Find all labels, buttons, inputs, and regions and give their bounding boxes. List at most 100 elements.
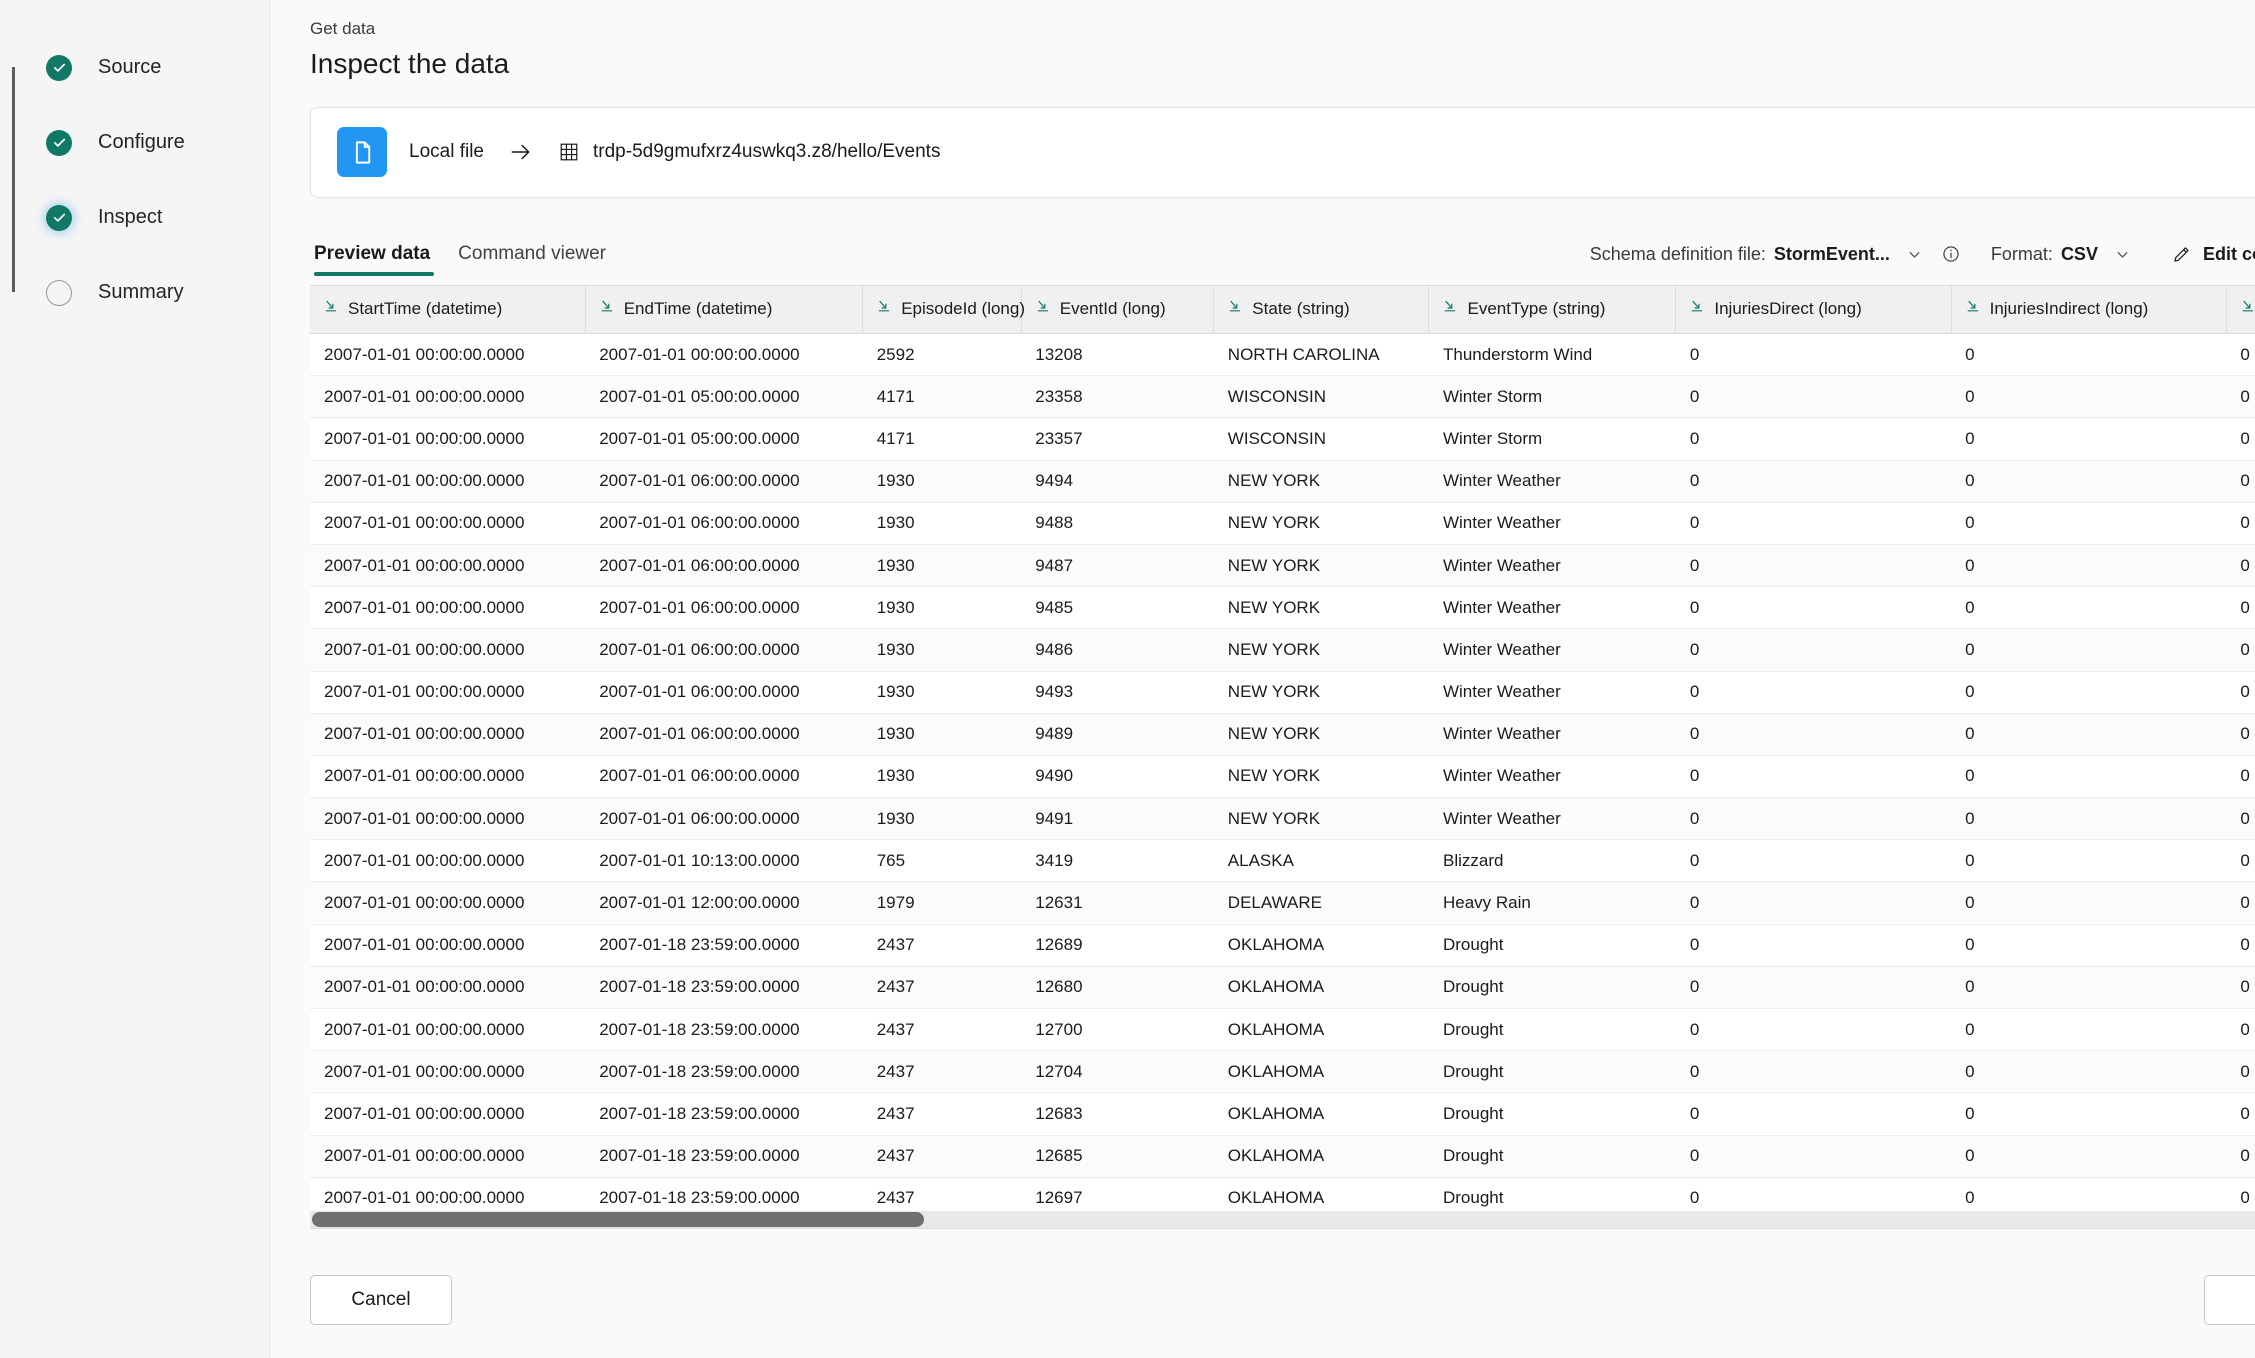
table-cell: 1930: [862, 755, 1022, 799]
table-row[interactable]: 2007-01-01 00:00:00.0000 2007-01-01 06:00…: [310, 628, 2255, 672]
table-row[interactable]: 2007-01-01 00:00:00.0000 2007-01-01 12:00…: [310, 881, 2255, 925]
table-cell: 1930: [862, 586, 1022, 630]
table-cell: 2437: [862, 1008, 1022, 1052]
column-header[interactable]: StartTime (datetime): [310, 285, 586, 334]
table-cell: 2437: [862, 1092, 1022, 1136]
table-cell: 13208: [1021, 333, 1214, 377]
table-row[interactable]: 2007-01-01 00:00:00.0000 2007-01-01 00:00…: [310, 333, 2255, 377]
table-cell: WISCONSIN: [1213, 375, 1429, 419]
edit-columns-button[interactable]: Edit columns: [2171, 244, 2255, 265]
toolbar-right: Schema definition file: StormEvent... Fo…: [1590, 244, 2255, 276]
sidebar-step-label: Inspect: [98, 206, 163, 228]
table-cell: Winter Weather: [1428, 628, 1676, 672]
column-header[interactable]: EndTime (datetime): [585, 285, 864, 334]
table-row[interactable]: 2007-01-01 00:00:00.0000 2007-01-01 06:00…: [310, 586, 2255, 630]
column-header[interactable]: State (string): [1213, 285, 1430, 334]
table-cell: 0: [1951, 881, 2227, 925]
table-row[interactable]: 2007-01-01 00:00:00.0000 2007-01-01 06:00…: [310, 797, 2255, 841]
table-cell: 0: [1675, 1092, 1952, 1136]
table-cell: Drought: [1428, 966, 1676, 1010]
table-cell: 0: [1951, 502, 2227, 545]
tab-command-viewer[interactable]: Command viewer: [444, 243, 620, 276]
table-row[interactable]: 2007-01-01 00:00:00.00002007-01-18 23:59…: [310, 966, 2255, 1010]
column-header[interactable]: DeathsDirect: [2226, 285, 2255, 334]
sidebar-step-summary[interactable]: Summary: [46, 255, 269, 330]
column-type-icon: [1036, 299, 1051, 319]
table-cell: 2007-01-01 00:00:00.0000: [310, 417, 586, 461]
step-circle-icon: [46, 279, 72, 306]
table-cell: NEW YORK: [1213, 628, 1429, 672]
format-control[interactable]: Format: CSV: [1991, 244, 2131, 265]
table-row[interactable]: 2007-01-01 00:00:00.0000 2007-01-01 06:00…: [310, 671, 2255, 714]
table-row[interactable]: 2007-01-01 00:00:00.00002007-01-18 23:59…: [310, 924, 2255, 967]
table-cell: 9485: [1021, 586, 1214, 630]
table-row[interactable]: 2007-01-01 00:00:00.00002007-01-18 23:59…: [310, 1135, 2255, 1178]
table-cell: 2007-01-18 23:59:00.0000: [585, 1008, 863, 1052]
horizontal-scrollbar[interactable]: [310, 1210, 2255, 1228]
table-cell: 0: [1951, 924, 2227, 967]
table-cell: 0: [2226, 966, 2255, 1010]
format-value: CSV: [2060, 243, 2098, 264]
table-cell: WISCONSIN: [1213, 417, 1429, 461]
cancel-button[interactable]: Cancel: [310, 1275, 452, 1325]
sidebar-step-label: Configure: [98, 131, 185, 153]
table-cell: 0: [1951, 713, 2227, 756]
column-header[interactable]: InjuriesIndirect (long): [1951, 285, 2227, 334]
table-row[interactable]: 2007-01-01 00:00:00.0000 2007-01-01 10:13…: [310, 839, 2255, 883]
table-cell: NEW YORK: [1213, 502, 1429, 545]
table-row[interactable]: 2007-01-01 00:00:00.00002007-01-18 23:59…: [310, 1050, 2255, 1094]
table-cell: 0: [1675, 713, 1952, 756]
table-cell: OKLAHOMA: [1213, 966, 1429, 1010]
table-cell: 0: [1951, 1135, 2227, 1178]
column-header[interactable]: InjuriesDirect (long): [1675, 285, 1952, 334]
table-cell: 2007-01-01 00:00:00.0000: [310, 924, 586, 967]
table-row[interactable]: 2007-01-01 00:00:00.00002007-01-18 23:59…: [310, 1008, 2255, 1052]
sidebar-step-inspect[interactable]: Inspect: [46, 180, 269, 255]
sidebar-step-configure[interactable]: Configure: [46, 105, 269, 180]
column-header[interactable]: EventId (long): [1021, 285, 1215, 334]
table-cell: 2007-01-01 00:00:00.0000: [310, 839, 586, 883]
table-cell: 2007-01-01 06:00:00.0000: [585, 502, 863, 545]
horizontal-scrollbar-thumb[interactable]: [312, 1211, 924, 1227]
chevron-down-icon[interactable]: [1906, 246, 1923, 263]
table-cell: 2007-01-01 12:00:00.0000: [585, 881, 863, 925]
table-cell: 0: [2226, 1050, 2255, 1094]
dialog-header: Get data Inspect the data: [270, 0, 2255, 80]
chevron-down-icon[interactable]: [2114, 246, 2131, 263]
table-cell: 2007-01-01 06:00:00.0000: [585, 755, 863, 799]
table-row[interactable]: 2007-01-01 00:00:00.0000 2007-01-01 06:00…: [310, 460, 2255, 503]
tab-preview-data[interactable]: Preview data: [310, 243, 444, 276]
table-cell: 0: [1951, 1092, 2227, 1136]
table-row[interactable]: 2007-01-01 00:00:00.0000 2007-01-01 06:00…: [310, 502, 2255, 545]
table-row[interactable]: 2007-01-01 00:00:00.0000 2007-01-01 06:00…: [310, 544, 2255, 588]
sidebar-step-source[interactable]: Source: [46, 30, 269, 105]
table-cell: 0: [1951, 966, 2227, 1010]
table-cell: 0: [1951, 1008, 2227, 1052]
table-cell: 1930: [862, 460, 1022, 503]
wizard-sidebar: Source Configure Inspect Summary: [0, 0, 270, 1358]
info-icon[interactable]: [1941, 244, 1961, 264]
column-type-icon: [600, 299, 615, 319]
table-cell: 0: [1951, 375, 2227, 419]
table-cell: Drought: [1428, 1092, 1676, 1136]
table-row[interactable]: 2007-01-01 00:00:00.0000 2007-01-01 05:00…: [310, 417, 2255, 461]
column-header[interactable]: EpisodeId (long): [862, 285, 1025, 334]
table-cell: 12683: [1021, 1092, 1214, 1136]
column-header[interactable]: EventType (string): [1428, 285, 1677, 334]
table-cell: 9493: [1021, 671, 1214, 714]
table-row[interactable]: 2007-01-01 00:00:00.00002007-01-18 23:59…: [310, 1092, 2255, 1136]
table-cell: Heavy Rain: [1428, 881, 1676, 925]
table-row[interactable]: 2007-01-01 00:00:00.0000 2007-01-01 06:00…: [310, 755, 2255, 799]
column-header-label: EventType (string): [1467, 299, 1606, 319]
column-header-label: InjuriesIndirect (long): [1989, 299, 2149, 319]
table-cell: 0: [1675, 586, 1952, 630]
schema-definition-file-control[interactable]: Schema definition file: StormEvent...: [1590, 244, 1923, 265]
table-cell: 12685: [1021, 1135, 1214, 1178]
table-cell: Winter Weather: [1428, 460, 1676, 503]
table-row[interactable]: 2007-01-01 00:00:00.0000 2007-01-01 06:00…: [310, 713, 2255, 756]
back-button[interactable]: Back: [2204, 1275, 2255, 1325]
table-cell: 0: [1675, 1050, 1952, 1094]
table-row[interactable]: 2007-01-01 00:00:00.0000 2007-01-01 05:00…: [310, 375, 2255, 419]
table-grid-icon: [558, 141, 580, 163]
edit-columns-label: Edit columns: [2202, 243, 2255, 264]
